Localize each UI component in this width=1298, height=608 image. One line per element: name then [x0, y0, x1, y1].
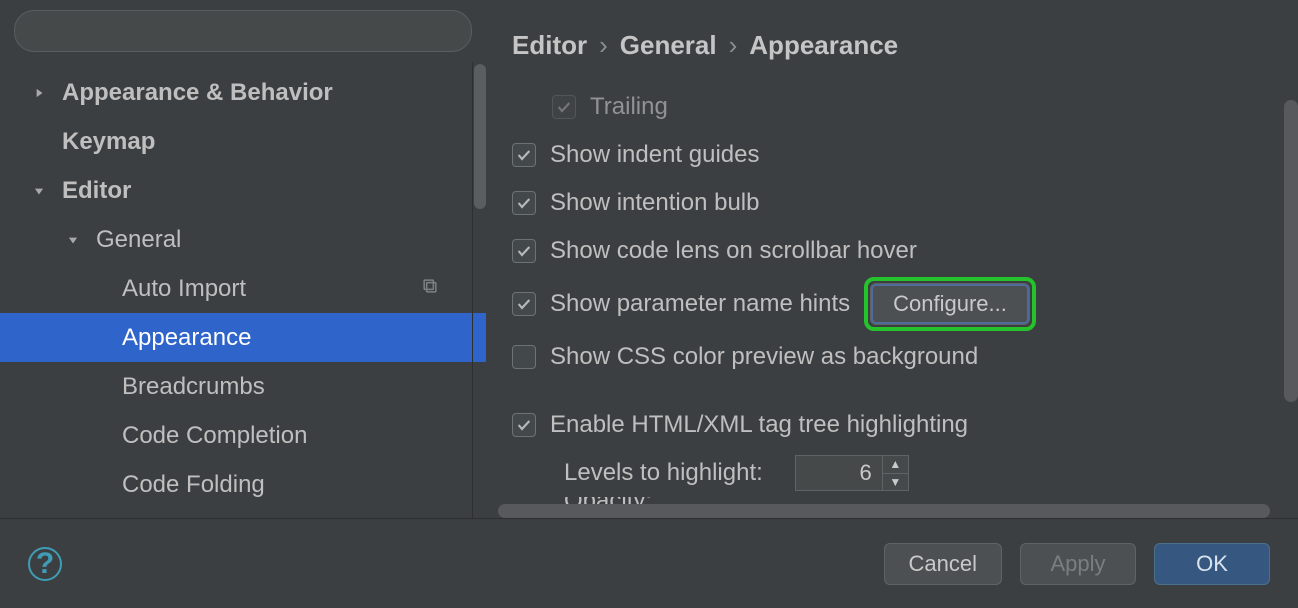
- breadcrumb-part[interactable]: General: [620, 30, 717, 61]
- search-input[interactable]: [14, 10, 472, 52]
- option-enable-html-xml-highlighting[interactable]: Enable HTML/XML tag tree highlighting: [512, 401, 1298, 449]
- levels-stepper[interactable]: 6 ▲ ▼: [795, 455, 909, 491]
- checkbox-icon[interactable]: [512, 143, 536, 167]
- checkbox-icon[interactable]: [512, 292, 536, 316]
- cancel-button[interactable]: Cancel: [884, 543, 1002, 585]
- sidebar-item-label: Appearance: [122, 324, 251, 352]
- option-show-css-color-preview[interactable]: Show CSS color preview as background: [512, 333, 1298, 381]
- option-levels-to-highlight: Levels to highlight: 6 ▲ ▼: [512, 449, 1298, 497]
- chevron-down-icon: [28, 180, 50, 202]
- divider: [472, 62, 473, 518]
- copy-icon: [420, 275, 440, 303]
- sidebar-item-editor[interactable]: Editor: [0, 166, 486, 215]
- chevron-right-icon: [28, 82, 50, 104]
- sidebar-item-code-completion[interactable]: Code Completion: [0, 411, 486, 460]
- chevron-down-icon: [62, 229, 84, 251]
- chevron-right-icon: ›: [599, 30, 608, 61]
- sidebar-item-label: Editor: [62, 177, 131, 205]
- sidebar-item-general[interactable]: General: [0, 215, 486, 264]
- option-trailing[interactable]: Trailing: [512, 83, 1298, 131]
- checkbox-icon[interactable]: [512, 413, 536, 437]
- sidebar-item-label: Keymap: [62, 128, 155, 156]
- sidebar-item-auto-import[interactable]: Auto Import: [0, 264, 486, 313]
- sidebar-item-label: Code Folding: [122, 471, 265, 499]
- apply-button[interactable]: Apply: [1020, 543, 1136, 585]
- sidebar-item-code-folding[interactable]: Code Folding: [0, 460, 486, 509]
- help-icon[interactable]: ?: [28, 547, 62, 581]
- option-show-code-lens[interactable]: Show code lens on scrollbar hover: [512, 227, 1298, 275]
- breadcrumb-part[interactable]: Appearance: [749, 30, 898, 61]
- checkbox-icon[interactable]: [552, 95, 576, 119]
- option-show-indent-guides[interactable]: Show indent guides: [512, 131, 1298, 179]
- option-show-parameter-hints[interactable]: Show parameter name hints Configure...: [512, 275, 1298, 333]
- breadcrumb-part[interactable]: Editor: [512, 30, 587, 61]
- settings-tree[interactable]: Appearance & Behavior Keymap Editor Gene…: [0, 60, 486, 518]
- sidebar-scrollbar[interactable]: [474, 64, 486, 209]
- checkbox-icon[interactable]: [512, 239, 536, 263]
- sidebar-item-label: Breadcrumbs: [122, 373, 265, 401]
- option-label: Enable HTML/XML tag tree highlighting: [550, 411, 968, 439]
- sidebar-item-breadcrumbs[interactable]: Breadcrumbs: [0, 362, 486, 411]
- highlight-ring: Configure...: [864, 277, 1036, 331]
- option-label: Show indent guides: [550, 141, 759, 169]
- ok-button[interactable]: OK: [1154, 543, 1270, 585]
- horizontal-scrollbar[interactable]: [498, 504, 1270, 518]
- configure-button[interactable]: Configure...: [870, 283, 1030, 325]
- checkbox-icon[interactable]: [512, 191, 536, 215]
- sidebar-item-keymap[interactable]: Keymap: [0, 117, 486, 166]
- breadcrumb: Editor › General › Appearance: [486, 0, 1298, 83]
- option-label: Trailing: [590, 93, 668, 121]
- sidebar-item-appearance[interactable]: Appearance: [0, 313, 486, 362]
- sidebar-item-label: Auto Import: [122, 275, 246, 303]
- checkbox-icon[interactable]: [512, 345, 536, 369]
- sidebar-item-label: Code Completion: [122, 422, 307, 450]
- option-label: Show intention bulb: [550, 189, 759, 217]
- option-show-intention-bulb[interactable]: Show intention bulb: [512, 179, 1298, 227]
- option-label: Show parameter name hints: [550, 290, 850, 318]
- stepper-down-icon[interactable]: ▼: [883, 474, 908, 491]
- stepper-value[interactable]: 6: [796, 456, 882, 490]
- option-label: Levels to highlight:: [564, 459, 763, 487]
- option-label: Show CSS color preview as background: [550, 343, 978, 371]
- sidebar-item-label: General: [96, 226, 181, 254]
- chevron-right-icon: ›: [729, 30, 738, 61]
- sidebar-item-label: Appearance & Behavior: [62, 79, 333, 107]
- option-label: Show code lens on scrollbar hover: [550, 237, 917, 265]
- stepper-up-icon[interactable]: ▲: [883, 456, 908, 474]
- vertical-scrollbar[interactable]: [1284, 100, 1298, 402]
- sidebar-item-appearance-behavior[interactable]: Appearance & Behavior: [0, 68, 486, 117]
